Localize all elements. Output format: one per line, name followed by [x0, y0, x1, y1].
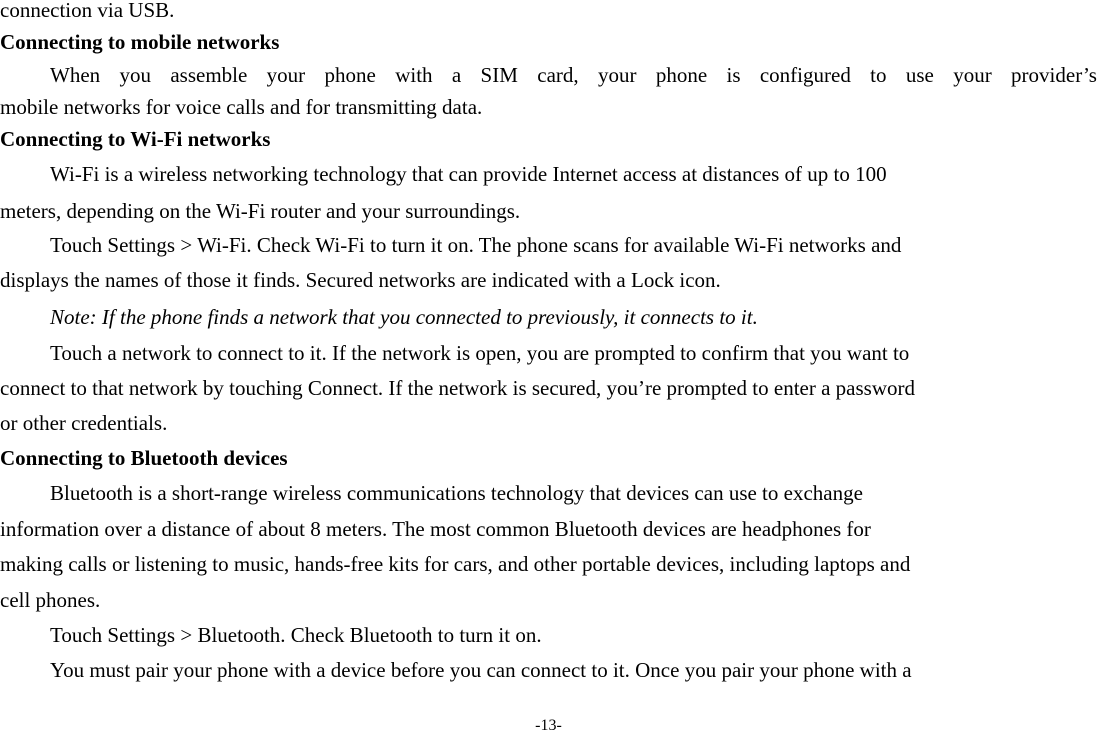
- section-heading-bluetooth-devices: Connecting to Bluetooth devices: [0, 446, 288, 470]
- paragraph-line: Touch Settings > Wi-Fi. Check Wi-Fi to t…: [50, 233, 902, 257]
- word: phone: [655, 63, 708, 87]
- word: a: [451, 63, 462, 87]
- word: SIM: [480, 63, 518, 87]
- paragraph-line: You must pair your phone with a device b…: [50, 658, 912, 682]
- word: card,: [537, 63, 579, 87]
- paragraph-line: displays the names of those it finds. Se…: [0, 268, 721, 292]
- paragraph-line: making calls or listening to music, hand…: [0, 552, 911, 576]
- word: phone: [324, 63, 376, 87]
- paragraph-line: Bluetooth is a short-range wireless comm…: [50, 481, 863, 505]
- page-number: -13-: [535, 717, 562, 734]
- word: assemble: [170, 63, 248, 87]
- paragraph-line: cell phones.: [0, 588, 101, 612]
- word: use: [905, 63, 934, 87]
- word: your: [597, 63, 637, 87]
- word: When: [50, 63, 101, 87]
- word: you: [119, 63, 152, 87]
- word: your: [266, 63, 306, 87]
- word: your: [953, 63, 992, 87]
- word: provider’s: [1011, 63, 1097, 87]
- paragraph-line: Touch Settings > Bluetooth. Check Blueto…: [50, 623, 542, 647]
- word: configured: [759, 63, 851, 87]
- word: is: [726, 63, 741, 87]
- paragraph-line-justified: When you assemble your phone with a SIM card, you…: [50, 63, 1097, 87]
- word: with: [395, 63, 433, 87]
- paragraph-line: meters, depending on the Wi-Fi router an…: [0, 199, 521, 223]
- paragraph-line: Wi-Fi is a wireless networking technolog…: [50, 162, 887, 186]
- paragraph-line: Touch a network to connect to it. If the…: [50, 341, 910, 365]
- note-line: Note: If the phone finds a network that …: [50, 305, 758, 329]
- paragraph-line: connect to that network by touching Conn…: [0, 376, 915, 400]
- section-heading-wifi-networks: Connecting to Wi-Fi networks: [0, 127, 271, 151]
- section-heading-mobile-networks: Connecting to mobile networks: [0, 30, 280, 54]
- paragraph-line: mobile networks for voice calls and for …: [0, 95, 483, 119]
- paragraph-line: connection via USB.: [0, 0, 175, 22]
- paragraph-line: or other credentials.: [0, 411, 168, 435]
- word: to: [870, 63, 887, 87]
- paragraph-line: information over a distance of about 8 m…: [0, 517, 871, 541]
